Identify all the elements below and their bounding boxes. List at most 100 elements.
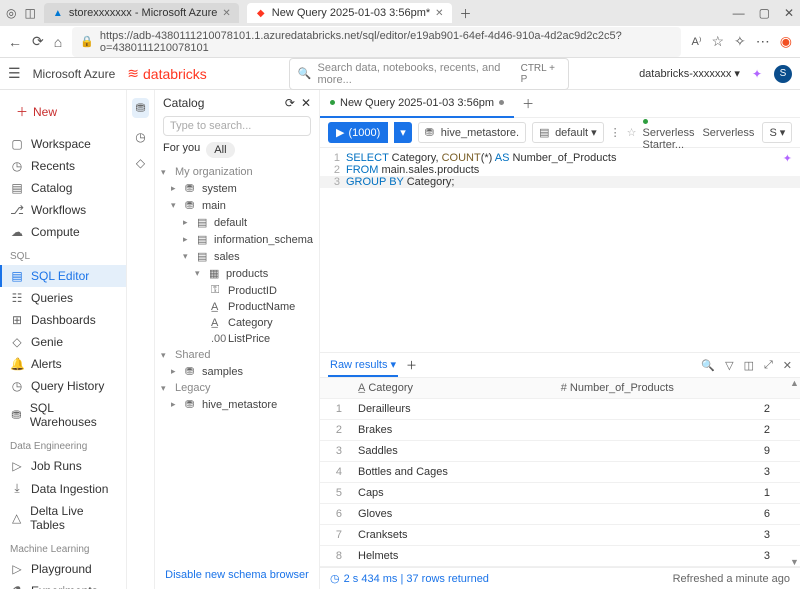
- tree-node-schema[interactable]: ▸▤information_schema: [159, 231, 315, 248]
- read-aloud-icon[interactable]: A⁾: [691, 35, 701, 48]
- expand-icon[interactable]: ⤢: [764, 359, 773, 372]
- table-row[interactable]: 1Derailleurs2: [320, 399, 800, 420]
- tree-node-table[interactable]: ▾▦products: [159, 265, 315, 282]
- history-icon[interactable]: ◷: [135, 130, 145, 144]
- tree-node-shared[interactable]: ▾Shared: [159, 347, 315, 363]
- schema-selector[interactable]: ▤default ▾: [532, 122, 604, 143]
- table-row[interactable]: 5Caps1: [320, 483, 800, 504]
- add-results-button[interactable]: ＋: [406, 357, 417, 373]
- close-icon[interactable]: ✕: [783, 359, 792, 372]
- nav-item-dashboards[interactable]: ⊞Dashboards: [0, 309, 126, 331]
- copilot-icon[interactable]: ◉: [780, 33, 792, 50]
- columns-icon[interactable]: ◫: [744, 359, 754, 372]
- status-metrics[interactable]: ◷2 s 434 ms | 37 rows returned: [330, 572, 489, 585]
- nav-icon: ▤: [10, 269, 24, 283]
- extensions-icon[interactable]: ✧: [734, 33, 746, 50]
- run-dropdown[interactable]: ▾: [394, 122, 412, 143]
- table-row[interactable]: 8Helmets3: [320, 546, 800, 567]
- add-tab-button[interactable]: ＋: [514, 95, 542, 112]
- size-selector[interactable]: S ▾: [762, 122, 792, 143]
- nav-item-recents[interactable]: ◷Recents: [0, 155, 126, 177]
- search-input[interactable]: 🔍 Search data, notebooks, recents, and m…: [289, 58, 569, 90]
- close-window-icon[interactable]: ✕: [784, 6, 794, 20]
- table-row[interactable]: 7Cranksets3: [320, 525, 800, 546]
- nav-item-workspace[interactable]: ▢Workspace: [0, 133, 126, 155]
- filter-icon[interactable]: ▽: [725, 359, 733, 372]
- scroll-down-icon[interactable]: ▼: [790, 557, 798, 567]
- tree-node-catalog[interactable]: ▾⛃main: [159, 197, 315, 214]
- nav-item-data-ingestion[interactable]: ⤓Data Ingestion: [0, 477, 126, 500]
- catalog-selector[interactable]: ⛃hive_metastore.: [418, 122, 526, 143]
- table-row[interactable]: 9Shorts7: [320, 567, 800, 568]
- tree-node-column[interactable]: A̲ProductName: [159, 299, 315, 315]
- nav-item-compute[interactable]: ☁Compute: [0, 221, 126, 243]
- scroll-up-icon[interactable]: ▲: [790, 378, 798, 388]
- results-tab[interactable]: Raw results ▾: [328, 354, 398, 377]
- nav-item-genie[interactable]: ◇Genie: [0, 331, 126, 353]
- nav-item-workflows[interactable]: ⎇Workflows: [0, 199, 126, 221]
- sql-editor[interactable]: ✦ 1SELECT Category, COUNT(*) AS Number_o…: [320, 148, 800, 352]
- refresh-icon[interactable]: ⟳: [285, 96, 295, 110]
- new-button[interactable]: ＋New: [8, 98, 118, 125]
- refresh-icon[interactable]: ⟳: [32, 33, 44, 50]
- home-icon[interactable]: ⌂: [54, 34, 62, 50]
- avatar[interactable]: S: [774, 65, 792, 83]
- tree-node-catalog[interactable]: ▸⛃hive_metastore: [159, 396, 315, 413]
- run-button[interactable]: ▶(1000): [328, 122, 388, 143]
- tree-node-legacy[interactable]: ▾Legacy: [159, 380, 315, 396]
- nav-icon: ◷: [10, 159, 24, 173]
- nav-item-sql-warehouses[interactable]: ⛃SQL Warehouses: [0, 397, 126, 433]
- filter-all[interactable]: All: [206, 142, 234, 158]
- nav-item-experiments[interactable]: ⚗Experiments: [0, 580, 126, 589]
- table-row[interactable]: 4Bottles and Cages3: [320, 462, 800, 483]
- tree-node-column[interactable]: A̲Category: [159, 315, 315, 331]
- close-icon[interactable]: ✕: [222, 8, 230, 19]
- nav-item-playground[interactable]: ▷Playground: [0, 558, 126, 580]
- tree-node-column[interactable]: ⚿ProductID: [159, 282, 315, 299]
- schema-icon[interactable]: ◇: [136, 156, 145, 170]
- back-icon[interactable]: ←: [8, 34, 22, 50]
- maximize-icon[interactable]: ▢: [759, 6, 770, 20]
- favorite-icon[interactable]: ☆: [627, 126, 637, 139]
- nav-item-delta-live-tables[interactable]: △Delta Live Tables: [0, 500, 126, 536]
- query-tab[interactable]: New Query 2025-01-03 3:56pm: [320, 90, 514, 118]
- nav-item-queries[interactable]: ☷Queries: [0, 287, 126, 309]
- tabs-icon[interactable]: ◫: [24, 6, 35, 20]
- browser-tab[interactable]: ◆ New Query 2025-01-03 3:56pm* ✕: [247, 3, 452, 23]
- disable-schema-link[interactable]: Disable new schema browser: [155, 561, 319, 589]
- catalog-icon[interactable]: ⛃: [132, 98, 148, 118]
- favorite-icon[interactable]: ☆: [711, 33, 724, 50]
- nav-item-alerts[interactable]: 🔔Alerts: [0, 353, 126, 375]
- table-row[interactable]: 6Gloves6: [320, 504, 800, 525]
- minimize-icon[interactable]: —: [733, 6, 745, 20]
- close-icon[interactable]: ✕: [435, 8, 443, 19]
- search-icon[interactable]: 🔍: [701, 359, 715, 372]
- nav-item-job-runs[interactable]: ▷Job Runs: [0, 455, 126, 477]
- url-input[interactable]: 🔒 https://adb-4380111210078101.1.azureda…: [72, 27, 681, 57]
- tree-node-catalog[interactable]: ▸⛃system: [159, 180, 315, 197]
- assistant-icon[interactable]: ✦: [783, 152, 792, 165]
- catalog-search-input[interactable]: Type to search...: [163, 116, 311, 136]
- nav-item-query-history[interactable]: ◷Query History: [0, 375, 126, 397]
- menu-icon[interactable]: ☰: [8, 65, 21, 82]
- close-icon[interactable]: ✕: [301, 96, 311, 110]
- kebab-icon[interactable]: ⋮: [610, 126, 621, 139]
- results-table[interactable]: A̲Category #Number_of_Products 1Deraille…: [320, 378, 800, 567]
- nav-item-sql-editor[interactable]: ▤SQL Editor: [0, 265, 126, 287]
- table-row[interactable]: 3Saddles9: [320, 441, 800, 462]
- tree-node-column[interactable]: .00ListPrice: [159, 331, 315, 347]
- tree-node-schema[interactable]: ▾▤sales: [159, 248, 315, 265]
- filter-foryou[interactable]: For you: [163, 142, 200, 158]
- assistant-icon[interactable]: ✦: [752, 67, 762, 81]
- browser-tab[interactable]: ▲ storexxxxxxx - Microsoft Azure ✕: [44, 3, 239, 23]
- cluster-selector[interactable]: Serverless Starter...: [643, 115, 695, 151]
- tree-node-org[interactable]: ▾My organization: [159, 164, 315, 180]
- workspace-switcher[interactable]: databricks-xxxxxxx ▾: [639, 67, 740, 80]
- more-icon[interactable]: ⋯: [756, 33, 770, 50]
- nav-item-catalog[interactable]: ▤Catalog: [0, 177, 126, 199]
- tree-node-schema[interactable]: ▸▤default: [159, 214, 315, 231]
- tree-node-catalog[interactable]: ▸⛃samples: [159, 363, 315, 380]
- nav-label: Dashboards: [31, 313, 96, 327]
- table-row[interactable]: 2Brakes2: [320, 420, 800, 441]
- new-tab-button[interactable]: ＋: [460, 5, 472, 22]
